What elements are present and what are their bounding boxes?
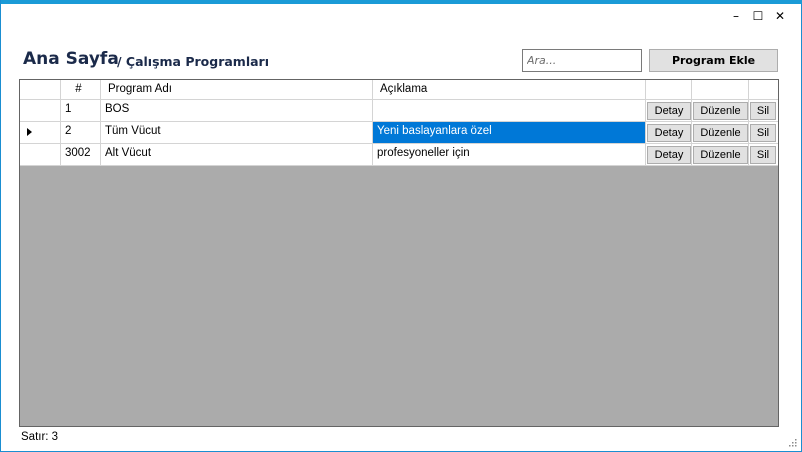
add-program-button[interactable]: Program Ekle xyxy=(649,49,778,72)
table-row[interactable]: 1 BOS Detay Düzenle Sil xyxy=(20,100,778,122)
table-row[interactable]: 2 Tüm Vücut Yeni baslayanlara özel Detay… xyxy=(20,122,778,144)
current-row-arrow-icon xyxy=(27,128,32,136)
cell-id[interactable]: 2 xyxy=(61,122,101,144)
page-title: Ana Sayfa xyxy=(23,49,119,69)
detail-button[interactable]: Detay xyxy=(647,124,691,142)
detail-button[interactable]: Detay xyxy=(647,102,691,120)
cell-name[interactable]: BOS xyxy=(101,100,373,122)
table-row[interactable]: 3002 Alt Vücut profesyoneller için Detay… xyxy=(20,144,778,166)
row-header[interactable] xyxy=(20,122,61,144)
window-accent-bar xyxy=(1,0,802,4)
delete-button[interactable]: Sil xyxy=(750,124,776,142)
cell-description[interactable] xyxy=(373,100,646,122)
search-input[interactable] xyxy=(522,49,642,72)
detail-button[interactable]: Detay xyxy=(647,146,691,164)
delete-button[interactable]: Sil xyxy=(750,146,776,164)
maximize-button[interactable]: ☐ xyxy=(747,8,769,24)
programs-grid[interactable]: # Program Adı Açıklama 1 BOS Detay Düzen… xyxy=(19,79,779,427)
cell-id[interactable]: 3002 xyxy=(61,144,101,166)
resize-grip-icon[interactable] xyxy=(787,437,797,447)
window-controls: – ☐ ✕ xyxy=(725,8,791,24)
edit-button[interactable]: Düzenle xyxy=(693,102,748,120)
edit-button[interactable]: Düzenle xyxy=(693,146,748,164)
cell-name[interactable]: Tüm Vücut xyxy=(101,122,373,144)
column-header-edit xyxy=(692,80,749,100)
cell-description[interactable]: profesyoneller için xyxy=(373,144,646,166)
status-row-count: Satır: 3 xyxy=(21,431,59,443)
row-header-corner xyxy=(20,80,61,100)
row-header[interactable] xyxy=(20,100,61,122)
minimize-button[interactable]: – xyxy=(725,8,747,24)
edit-button[interactable]: Düzenle xyxy=(693,124,748,142)
column-header-delete xyxy=(749,80,778,100)
grid-header-row: # Program Adı Açıklama xyxy=(20,80,778,100)
column-header-description[interactable]: Açıklama xyxy=(373,80,646,100)
main-window: – ☐ ✕ Ana Sayfa / Çalışma Programları Pr… xyxy=(0,0,802,452)
cell-id[interactable]: 1 xyxy=(61,100,101,122)
column-header-name[interactable]: Program Adı xyxy=(101,80,373,100)
close-button[interactable]: ✕ xyxy=(769,8,791,24)
column-header-id[interactable]: # xyxy=(61,80,101,100)
cell-name[interactable]: Alt Vücut xyxy=(101,144,373,166)
delete-button[interactable]: Sil xyxy=(750,102,776,120)
page-subtitle: / Çalışma Programları xyxy=(117,54,270,69)
cell-description[interactable]: Yeni baslayanlara özel xyxy=(373,122,646,144)
column-header-detail xyxy=(646,80,692,100)
row-header[interactable] xyxy=(20,144,61,166)
